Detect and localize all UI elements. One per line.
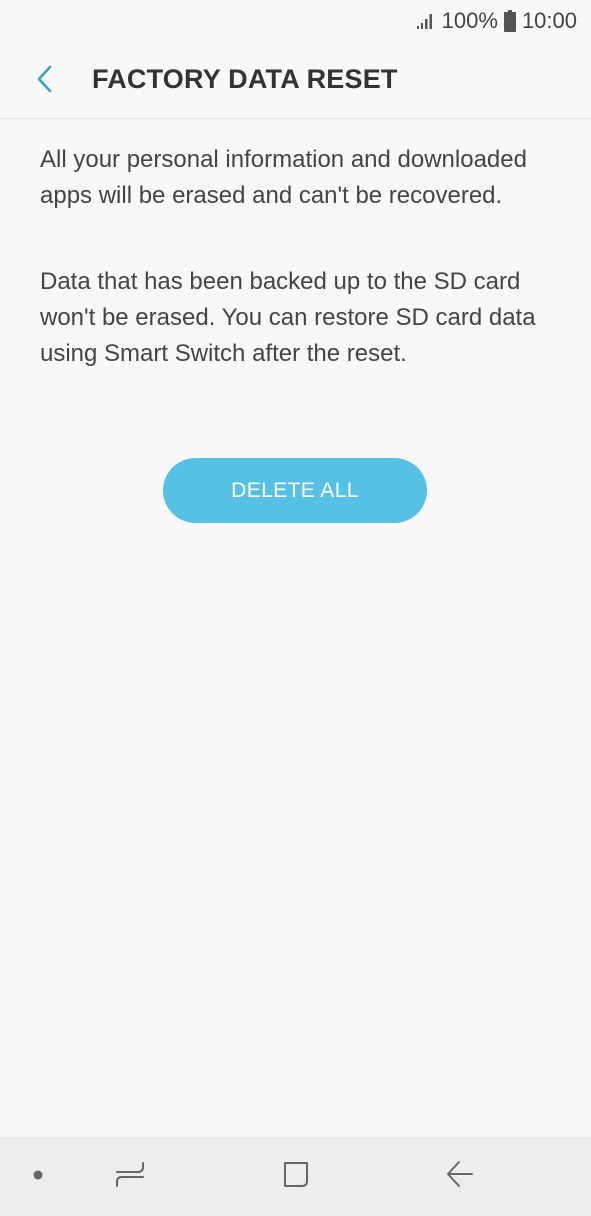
delete-all-button[interactable]: DELETE ALL — [163, 458, 427, 523]
sd-card-note-text: Data that has been backed up to the SD c… — [40, 268, 536, 367]
navigation-bar — [0, 1137, 591, 1216]
nav-dot-button[interactable] — [8, 1137, 68, 1216]
page-title: FACTORY DATA RESET — [92, 64, 398, 94]
recents-icon — [114, 1159, 146, 1194]
home-icon — [282, 1159, 310, 1194]
signal-icon — [416, 11, 436, 31]
reset-description: All your personal information and downlo… — [40, 142, 560, 422]
erase-warning-text: All your personal information and downlo… — [40, 146, 527, 209]
recents-button[interactable] — [95, 1137, 165, 1216]
dot-icon — [32, 1168, 44, 1186]
back-icon — [444, 1159, 476, 1194]
app-header: FACTORY DATA RESET — [0, 40, 591, 119]
battery-percent: 100% — [441, 8, 498, 33]
system-back-button[interactable] — [425, 1137, 495, 1216]
status-bar: 100% 10:00 — [0, 0, 591, 40]
chevron-left-icon — [35, 64, 55, 99]
clock: 10:00 — [521, 8, 577, 33]
battery-icon — [503, 10, 516, 32]
status-indicators: 100% 10:00 — [416, 8, 577, 34]
back-button[interactable] — [22, 58, 68, 104]
home-button[interactable] — [261, 1137, 331, 1216]
